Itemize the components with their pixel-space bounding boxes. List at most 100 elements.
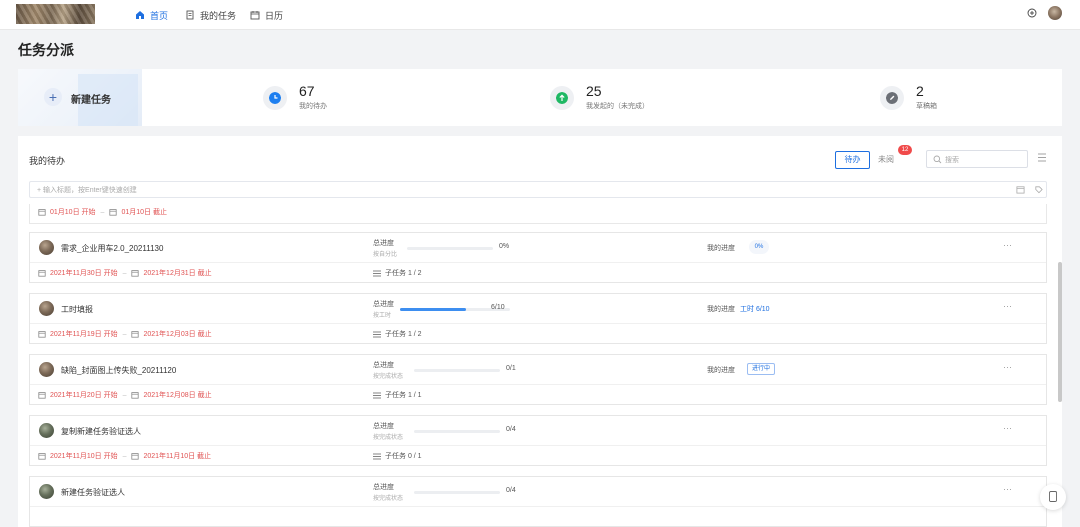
quick-create-input[interactable]: + 输入标题，按Enter键快速创建 — [29, 181, 1047, 198]
task-dates: 2021年11月20日 开始 – 2021年12月08日 截止 — [38, 390, 1003, 400]
progress-bar — [414, 430, 500, 433]
task-name[interactable]: 新建任务验证选人 — [61, 487, 125, 498]
calendar-icon — [131, 270, 140, 277]
stat-icon-bg — [263, 86, 287, 110]
progress-value: 6/10 — [491, 304, 505, 311]
my-progress-label: 我的进度 — [707, 367, 735, 374]
calendar-icon — [38, 392, 46, 399]
stats-bar: + 新建任务 67 我的待办 25 我发起的（未完成） 2 草稿箱 — [18, 69, 1062, 126]
subtask-label: 子任务 0 / 1 — [385, 453, 422, 460]
task-name[interactable]: 需求_企业用车2.0_20211130 — [61, 243, 163, 254]
nav-calendar[interactable]: 日历 — [250, 8, 283, 22]
subtask-count[interactable]: 子任务 0 / 1 — [373, 451, 422, 461]
task-row[interactable]: 复制新建任务验证选人 总进度 按完成状态 0/4 ··· 2021年11月10日… — [29, 415, 1047, 466]
task-dates: 2021年11月30日 开始 – 2021年12月31日 截止 — [38, 268, 1003, 278]
task-avatar — [39, 362, 54, 377]
stat-value: 67 — [299, 83, 315, 99]
subtask-label: 子任务 1 / 1 — [385, 392, 422, 399]
panel-title: 我的待办 — [29, 156, 66, 166]
progress-label: 总进度 — [373, 240, 394, 247]
task-avatar — [39, 301, 54, 316]
nav-home[interactable]: 首页 — [135, 8, 168, 22]
filter-pending-button[interactable]: 待办 — [835, 151, 870, 169]
progress-label: 总进度 — [373, 362, 394, 369]
nav-calendar-label: 日历 — [265, 10, 284, 21]
calendar-icon[interactable] — [1016, 185, 1025, 194]
more-options-icon[interactable]: ··· — [1003, 423, 1012, 433]
progress-bar — [414, 369, 500, 372]
progress-mode: 按自分比 — [373, 252, 398, 258]
stat-value: 25 — [586, 83, 602, 99]
subtask-count[interactable]: 子任务 1 / 2 — [373, 329, 422, 339]
calendar-icon — [38, 209, 46, 216]
stat-label: 我发起的（未完成） — [586, 103, 649, 110]
document-icon — [186, 10, 194, 20]
new-task-label: 新建任务 — [71, 95, 111, 106]
progress-mode: 按完成状态 — [373, 374, 404, 380]
list-icon — [373, 392, 381, 398]
subtask-label: 子任务 1 / 2 — [385, 270, 422, 277]
more-options-icon[interactable]: ··· — [1003, 484, 1012, 494]
my-progress-status-tag[interactable]: 进行中 — [747, 363, 776, 375]
progress-mode: 按完成状态 — [373, 435, 404, 441]
logo[interactable] — [16, 4, 95, 24]
calendar-icon — [250, 11, 260, 20]
scrollbar[interactable] — [1058, 262, 1062, 402]
add-circle-icon[interactable] — [1027, 8, 1037, 18]
task-row-partial[interactable]: 01月10日 开始 – 01月10日 截止 — [29, 204, 1047, 224]
list-settings-icon[interactable] — [1037, 153, 1047, 162]
calendar-icon — [131, 392, 140, 399]
start-date: 01月10日 开始 — [50, 209, 96, 216]
progress-mode: 按工时 — [373, 313, 392, 319]
task-dates: 2021年11月19日 开始 – 2021年12月03日 截止 — [38, 329, 1003, 339]
task-row[interactable]: 缺陷_封面图上传失败_20211120 总进度 按完成状态 0/1 我的进度 进… — [29, 354, 1047, 405]
task-avatar — [39, 484, 54, 499]
task-row[interactable]: 需求_企业用车2.0_20211130 总进度 按自分比 0% 我的进度 0% … — [29, 232, 1047, 283]
task-row[interactable]: 工时填报 总进度 按工时 6/10 我的进度 工时 6/10 ··· 2021年… — [29, 293, 1047, 344]
progress-value: 0/4 — [506, 426, 516, 433]
more-options-icon[interactable]: ··· — [1003, 301, 1012, 311]
floating-action-button[interactable] — [1040, 484, 1066, 510]
search-input[interactable]: 搜索 — [926, 150, 1028, 168]
task-row[interactable]: 新建任务验证选人 总进度 按完成状态 0/4 ··· — [29, 476, 1047, 527]
plus-icon: + — [44, 88, 62, 106]
more-options-icon[interactable]: ··· — [1003, 362, 1012, 372]
progress-value: 0% — [499, 243, 510, 250]
nav-my-tasks-label: 我的任务 — [200, 10, 237, 21]
end-date: 2021年12月31日 截止 — [143, 270, 212, 277]
subtask-label: 子任务 1 / 2 — [385, 331, 422, 338]
more-options-icon[interactable]: ··· — [1003, 240, 1012, 250]
tag-icon[interactable] — [1034, 185, 1043, 194]
end-date: 2021年12月03日 截止 — [143, 331, 212, 338]
end-date: 2021年11月10日 截止 — [143, 453, 212, 460]
phone-icon — [1049, 491, 1057, 502]
upload-icon — [556, 92, 568, 104]
stat-label: 我的待办 — [299, 103, 327, 110]
task-name[interactable]: 复制新建任务验证选人 — [61, 426, 141, 437]
progress-bar — [414, 491, 500, 494]
task-name[interactable]: 工时填报 — [61, 304, 93, 315]
stat-icon-bg — [880, 86, 904, 110]
progress-fill — [400, 308, 466, 311]
calendar-icon — [109, 209, 118, 216]
progress-label: 总进度 — [373, 484, 394, 491]
filter-unread-button[interactable]: 未阅 — [871, 151, 901, 169]
start-date: 2021年11月19日 开始 — [50, 331, 118, 338]
subtask-count[interactable]: 子任务 1 / 2 — [373, 268, 422, 278]
new-task-button[interactable]: + 新建任务 — [18, 69, 142, 126]
list-icon — [373, 453, 381, 459]
calendar-icon — [38, 331, 46, 338]
stat-label: 草稿箱 — [916, 103, 937, 110]
list-icon — [373, 331, 381, 337]
subtask-count[interactable]: 子任务 1 / 1 — [373, 390, 422, 400]
search-placeholder: 搜索 — [945, 157, 959, 164]
nav-my-tasks[interactable]: 我的任务 — [185, 8, 236, 22]
list-icon — [373, 270, 381, 276]
start-date: 2021年11月30日 开始 — [50, 270, 118, 277]
my-progress-value[interactable]: 0% — [749, 240, 769, 254]
task-name[interactable]: 缺陷_封面图上传失败_20211120 — [61, 365, 176, 376]
user-avatar[interactable] — [1048, 6, 1062, 20]
progress-mode: 按完成状态 — [373, 496, 404, 502]
calendar-icon — [131, 453, 140, 460]
clock-icon — [269, 92, 281, 104]
